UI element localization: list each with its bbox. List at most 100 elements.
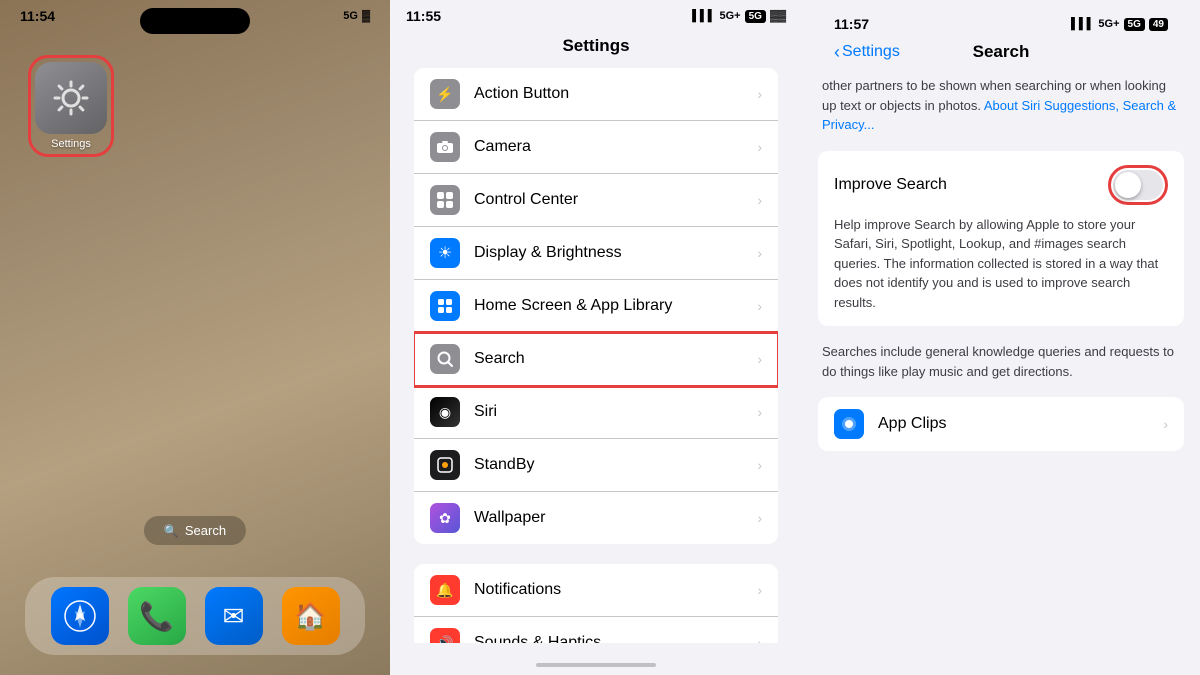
settings-items-group1: ⚡ Action Button › Camera ›: [414, 68, 778, 544]
app-clips-svg: [840, 415, 858, 433]
camera-svg: [436, 140, 454, 154]
search-settings-panel: 11:57 ▌▌▌ 5G+ 5G 49 ‹ Settings Search ot…: [802, 0, 1200, 675]
settings-item-homescreen[interactable]: Home Screen & App Library ›: [414, 280, 778, 333]
home-time: 11:54: [20, 8, 55, 24]
control-center-icon: [430, 185, 460, 215]
settings-item-siri[interactable]: ◉ Siri ›: [414, 386, 778, 439]
control-center-svg: [436, 191, 454, 209]
homescreen-chevron: ›: [757, 298, 762, 314]
settings-item-display[interactable]: ☀ Display & Brightness ›: [414, 227, 778, 280]
wallpaper-label: Wallpaper: [474, 509, 757, 527]
settings-panel: 11:55 ▌▌▌ 5G+ 5G ▓▓ Settings ⚡ Action Bu…: [390, 0, 802, 675]
settings-carrier: 5G+: [720, 10, 741, 22]
settings-status-right: ▌▌▌ 5G+ 5G ▓▓: [692, 10, 786, 23]
settings-item-wallpaper[interactable]: ✿ Wallpaper ›: [414, 492, 778, 544]
search-label: Search: [474, 350, 757, 368]
search-page-title: Search: [973, 42, 1030, 62]
improve-search-label: Improve Search: [834, 176, 947, 194]
sounds-chevron: ›: [757, 635, 762, 643]
status-bar-settings: 11:55 ▌▌▌ 5G+ 5G ▓▓: [390, 0, 802, 28]
dock-safari[interactable]: [51, 587, 109, 645]
camera-label: Camera: [474, 138, 757, 156]
settings-scroll[interactable]: ⚡ Action Button › Camera ›: [390, 68, 802, 643]
homescreen-svg: [436, 297, 454, 315]
dock: 📞 ✉ 🏠: [25, 577, 365, 655]
settings-app-label: Settings: [35, 138, 107, 150]
siri-icon: ◉: [430, 397, 460, 427]
searches-text: Searches include general knowledge queri…: [818, 334, 1184, 397]
settings-item-sounds[interactable]: 🔊 Sounds & Haptics ›: [414, 617, 778, 643]
search-signal-bars: ▌▌▌: [1071, 18, 1094, 30]
settings-battery: ▓▓: [770, 10, 786, 22]
sounds-icon: 🔊: [430, 628, 460, 643]
search-pill[interactable]: 🔍 Search: [144, 516, 246, 545]
control-center-label: Control Center: [474, 191, 757, 209]
standby-svg: [436, 456, 454, 474]
settings-item-action-button[interactable]: ⚡ Action Button ›: [414, 68, 778, 121]
gear-icon: [49, 76, 93, 120]
search-status-right: ▌▌▌ 5G+ 5G 49: [1071, 18, 1168, 31]
search-settings-content: other partners to be shown when searchin…: [802, 76, 1200, 671]
mail-icon: ✉: [223, 601, 245, 632]
siri-label: Siri: [474, 403, 757, 421]
action-button-label: Action Button: [474, 85, 757, 103]
action-button-icon: ⚡: [430, 79, 460, 109]
dynamic-island: [140, 8, 250, 34]
app-clips-card: App Clips ›: [818, 397, 1184, 451]
home-screen: 11:54 5G ▓ Settings: [0, 0, 390, 675]
toggle-knob: [1115, 172, 1141, 198]
home-battery: ▓: [362, 10, 370, 22]
settings-item-control-center[interactable]: Control Center ›: [414, 174, 778, 227]
settings-item-search[interactable]: Search ›: [414, 333, 778, 386]
settings-page-title: Settings: [390, 28, 802, 68]
home-app-icon: 🏠: [294, 601, 326, 632]
search-settings-header: 11:57 ▌▌▌ 5G+ 5G 49 ‹ Settings Search: [802, 0, 1200, 76]
wallpaper-chevron: ›: [757, 510, 762, 526]
search-svg: [436, 350, 454, 368]
back-label: Settings: [842, 43, 900, 61]
settings-item-standby[interactable]: StandBy ›: [414, 439, 778, 492]
settings-5g-badge: 5G: [745, 10, 766, 23]
notifications-label: Notifications: [474, 581, 757, 599]
back-button[interactable]: ‹ Settings: [834, 42, 900, 63]
sounds-label: Sounds & Haptics: [474, 634, 757, 643]
siri-suggestion-text: other partners to be shown when searchin…: [818, 76, 1184, 135]
improve-search-card: Improve Search Help improve Search by al…: [818, 151, 1184, 327]
settings-time: 11:55: [406, 8, 441, 24]
notifications-icon: 🔔: [430, 575, 460, 605]
search-chevron: ›: [757, 351, 762, 367]
app-clips-label: App Clips: [878, 415, 1163, 433]
scroll-indicator: [536, 663, 656, 667]
camera-icon: [430, 132, 460, 162]
phone-icon: 📞: [139, 600, 174, 633]
siri-chevron: ›: [757, 404, 762, 420]
wallpaper-icon: ✿: [430, 503, 460, 533]
search-5g-badge: 5G: [1124, 18, 1145, 31]
dock-phone[interactable]: 📞: [128, 587, 186, 645]
standby-icon: [430, 450, 460, 480]
action-button-chevron: ›: [757, 86, 762, 102]
display-icon: ☀: [430, 238, 460, 268]
settings-item-notifications[interactable]: 🔔 Notifications ›: [414, 564, 778, 617]
standby-chevron: ›: [757, 457, 762, 473]
homescreen-label: Home Screen & App Library: [474, 297, 757, 315]
camera-chevron: ›: [757, 139, 762, 155]
search-time: 11:57: [834, 16, 869, 32]
display-chevron: ›: [757, 245, 762, 261]
settings-app-icon[interactable]: [35, 62, 107, 134]
app-clips-row[interactable]: App Clips ›: [818, 397, 1184, 451]
dock-mail[interactable]: ✉: [205, 587, 263, 645]
settings-app-wrapper[interactable]: Settings: [28, 55, 114, 157]
settings-item-camera[interactable]: Camera ›: [414, 121, 778, 174]
search-pill-icon: 🔍: [164, 524, 179, 538]
search-icon: [430, 344, 460, 374]
settings-items-group2: 🔔 Notifications › 🔊 Sounds & Haptics › 🌙…: [414, 564, 778, 643]
search-nav: ‹ Settings Search: [818, 36, 1184, 72]
standby-label: StandBy: [474, 456, 757, 474]
improve-search-row: Improve Search: [834, 165, 1168, 205]
improve-search-toggle[interactable]: [1113, 170, 1163, 200]
improve-search-toggle-wrapper[interactable]: [1108, 165, 1168, 205]
status-bar-search: 11:57 ▌▌▌ 5G+ 5G 49: [818, 8, 1184, 36]
dock-home[interactable]: 🏠: [282, 587, 340, 645]
back-chevron-icon: ‹: [834, 42, 840, 63]
